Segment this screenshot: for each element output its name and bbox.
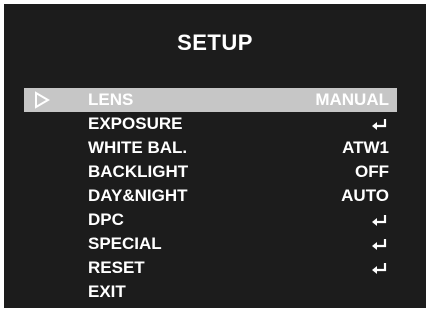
menu-list: LENS MANUAL EXPOSURE WHITE BAL. ATW1 BAC… bbox=[24, 88, 397, 304]
menu-item-lens[interactable]: LENS MANUAL bbox=[24, 88, 397, 112]
triangle-right-icon bbox=[35, 91, 50, 109]
menu-item-backlight[interactable]: BACKLIGHT OFF bbox=[24, 160, 397, 184]
menu-item-label: EXPOSURE bbox=[88, 114, 183, 133]
enter-return-icon bbox=[372, 238, 387, 250]
menu-item-label: DPC bbox=[88, 210, 124, 229]
menu-item-label: DAY&NIGHT bbox=[88, 186, 188, 205]
menu-item-value: AUTO bbox=[341, 186, 389, 205]
menu-item-special[interactable]: SPECIAL bbox=[24, 232, 397, 256]
menu-item-exposure[interactable]: EXPOSURE bbox=[24, 112, 397, 136]
menu-item-dpc[interactable]: DPC bbox=[24, 208, 397, 232]
enter-return-icon bbox=[372, 118, 387, 130]
menu-item-value: ATW1 bbox=[342, 138, 389, 157]
menu-title: SETUP bbox=[177, 30, 253, 55]
enter-return-icon bbox=[372, 214, 387, 226]
menu-item-exit[interactable]: EXIT bbox=[24, 280, 397, 304]
menu-item-value bbox=[371, 258, 389, 278]
osd-menu-panel: SETUP LENS MANUAL EXPOSURE WHITE BAL. AT… bbox=[4, 4, 426, 308]
menu-item-value bbox=[371, 234, 389, 254]
menu-item-label: SPECIAL bbox=[88, 234, 162, 253]
menu-item-label: EXIT bbox=[88, 282, 126, 301]
menu-item-white-balance[interactable]: WHITE BAL. ATW1 bbox=[24, 136, 397, 160]
menu-item-value: MANUAL bbox=[315, 90, 389, 109]
menu-item-label: LENS bbox=[88, 90, 134, 109]
menu-item-label: WHITE BAL. bbox=[88, 138, 188, 157]
menu-item-value: OFF bbox=[355, 162, 389, 181]
menu-item-reset[interactable]: RESET bbox=[24, 256, 397, 280]
menu-item-label: BACKLIGHT bbox=[88, 162, 189, 181]
menu-item-value bbox=[371, 210, 389, 230]
menu-item-value bbox=[371, 114, 389, 134]
menu-item-day-night[interactable]: DAY&NIGHT AUTO bbox=[24, 184, 397, 208]
enter-return-icon bbox=[372, 262, 387, 274]
menu-item-label: RESET bbox=[88, 258, 145, 277]
